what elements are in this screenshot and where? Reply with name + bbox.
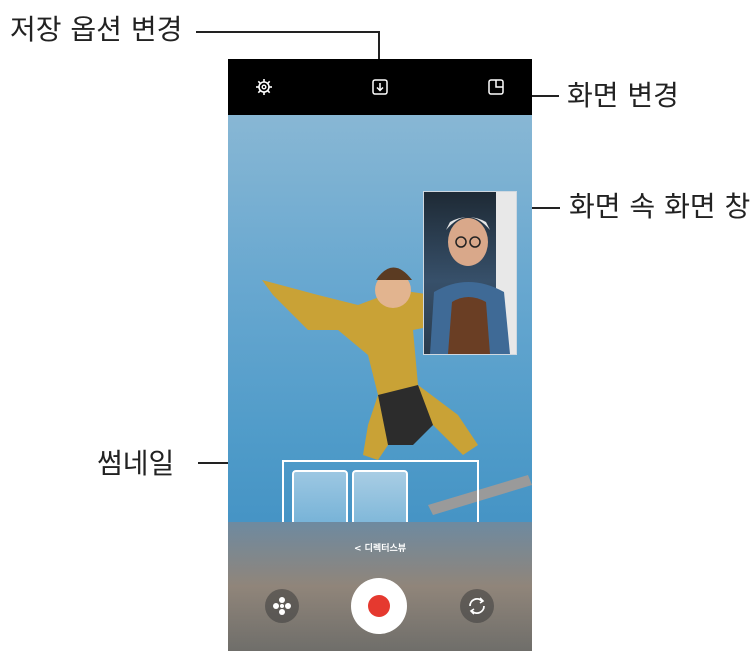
pip-window[interactable] <box>423 191 517 355</box>
callout-line-save-h <box>196 31 379 33</box>
screen-layout-icon[interactable] <box>486 77 506 97</box>
callout-thumbnail: 썸네일 <box>97 447 175 480</box>
pip-person-image <box>430 192 516 354</box>
record-button[interactable] <box>351 578 407 634</box>
callout-save-options: 저장 옵션 변경 <box>10 13 183 46</box>
camera-top-bar <box>228 59 532 115</box>
callout-change-screen: 화면 변경 <box>567 79 679 112</box>
callout-pip-window: 화면 속 화면 창 <box>569 190 751 223</box>
record-icon <box>368 595 390 617</box>
switch-camera-button[interactable] <box>460 589 494 623</box>
directors-view-link[interactable]: < 디렉터스뷰 <box>228 541 532 554</box>
switch-camera-icon <box>469 597 485 615</box>
gear-icon[interactable] <box>254 77 274 97</box>
save-download-icon[interactable] <box>370 77 390 97</box>
viewfinder <box>228 115 532 579</box>
effects-icon <box>273 597 291 615</box>
camera-screen: < 디렉터스뷰 <box>228 59 532 651</box>
effects-button[interactable] <box>265 589 299 623</box>
